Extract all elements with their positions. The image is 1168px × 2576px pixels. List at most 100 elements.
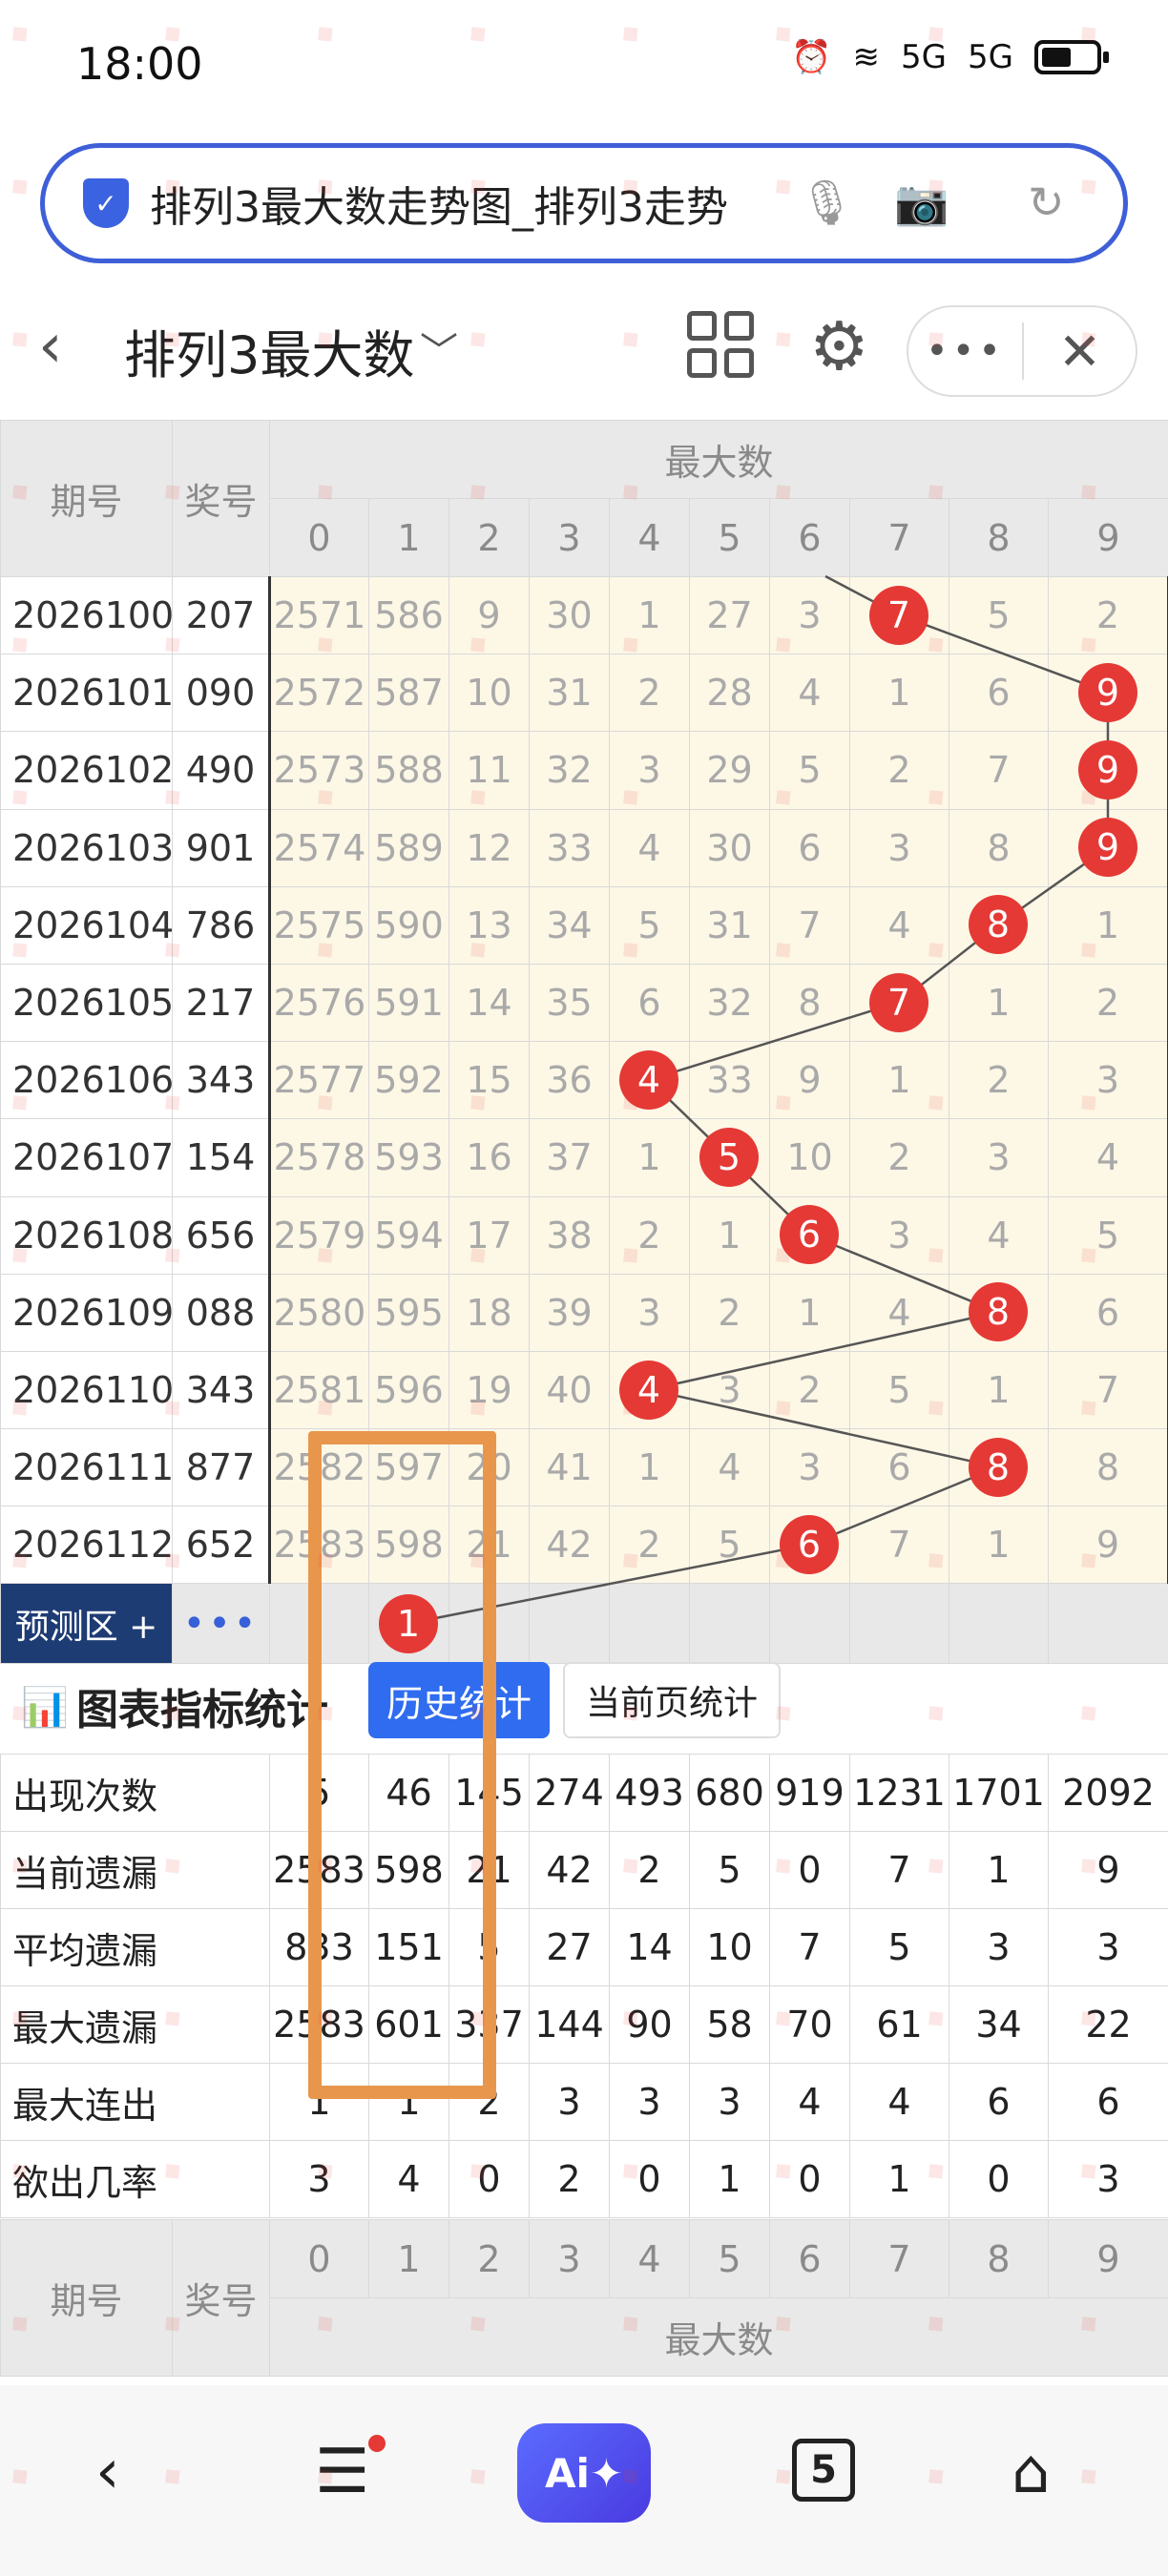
miss-cell: 33	[689, 1041, 770, 1120]
miss-cell: 1	[949, 963, 1049, 1043]
footer-group: 最大数	[269, 2297, 1168, 2377]
footer-digit-1: 1	[368, 2219, 449, 2298]
miss-cell: 6	[849, 1428, 949, 1507]
miss-cell: 1	[849, 1041, 949, 1120]
miss-cell: 39	[529, 1273, 610, 1352]
miss-cell: 1	[849, 654, 949, 733]
page: 18:00 ⏰ ≋ 5G 5G ✓ 排列3最大数走势图_排列3走势 🎙 📷 ↻ …	[0, 0, 1168, 2576]
prize-cell: 877	[172, 1428, 270, 1507]
miss-cell: 4	[1048, 1118, 1168, 1197]
battery-icon	[1034, 40, 1109, 74]
period-cell: 2026101	[0, 654, 173, 733]
table-row: 2026107 154 2578 593 16 37 1 10 2 3 4	[0, 1118, 1168, 1197]
header-period: 期号	[0, 420, 173, 577]
hit-ball: 7	[869, 585, 928, 645]
table-row: 2026106 343 2577 592 15 36 33 9 1 2 3	[0, 1041, 1168, 1120]
stats-value: 144	[529, 1985, 611, 2064]
back-icon[interactable]: ‹	[38, 311, 63, 382]
miss-cell: 6	[1048, 1273, 1168, 1352]
miss-cell: 18	[448, 1273, 530, 1352]
miss-cell: 4	[849, 885, 949, 965]
ai-button[interactable]: Ai✦	[517, 2423, 651, 2523]
miss-cell: 593	[368, 1118, 449, 1197]
stats-value: 3	[609, 2063, 691, 2141]
period-cell: 2026100	[0, 575, 173, 655]
stats-value: 14	[609, 1908, 691, 1986]
miss-cell: 2576	[268, 963, 369, 1043]
hit-ball: 9	[1078, 740, 1137, 800]
page-title[interactable]: 排列3最大数	[124, 313, 414, 388]
miss-cell: 8	[949, 808, 1049, 887]
more-icon[interactable]: •••	[908, 329, 1022, 373]
miss-cell: 37	[529, 1118, 610, 1197]
menu-icon[interactable]: ☰	[315, 2437, 369, 2507]
camera-icon[interactable]: 📷	[894, 177, 949, 229]
miss-cell: 9	[769, 1041, 850, 1120]
miss-cell: 4	[949, 1195, 1049, 1275]
miss-cell: 28	[689, 654, 770, 733]
period-cell: 2026106	[0, 1041, 173, 1120]
period-cell: 2026102	[0, 731, 173, 810]
miss-cell: 32	[529, 731, 610, 810]
shield-icon: ✓	[83, 178, 129, 228]
miss-cell: 2571	[268, 575, 369, 655]
prize-cell: 786	[172, 885, 270, 965]
miss-cell: 9	[448, 575, 530, 655]
address-bar[interactable]: ✓ 排列3最大数走势图_排列3走势 🎙 📷 ↻	[40, 143, 1128, 263]
period-cell: 2026104	[0, 885, 173, 965]
miss-cell: 1	[609, 575, 690, 655]
miss-cell: 2574	[268, 808, 369, 887]
close-icon[interactable]: ✕	[1024, 322, 1136, 382]
miss-cell: 1	[949, 1350, 1049, 1430]
refresh-icon[interactable]: ↻	[1028, 177, 1065, 228]
header-digit-1: 1	[368, 498, 449, 577]
table-row: 2026112 652 2583 598 21 42 2 5 7 1 9	[0, 1506, 1168, 1585]
prize-cell: 217	[172, 963, 270, 1043]
back-nav-icon[interactable]: ‹	[95, 2437, 120, 2507]
stats-value: 9	[1048, 1831, 1168, 1909]
grid-icon[interactable]	[687, 311, 754, 378]
stats-value: 1	[949, 1831, 1050, 1909]
period-cell: 2026105	[0, 963, 173, 1043]
gear-icon[interactable]: ⚙	[809, 307, 869, 385]
url-text[interactable]: 排列3最大数走势图_排列3走势	[150, 173, 761, 234]
stats-value: 27	[529, 1908, 611, 1986]
stats-value: 493	[609, 1754, 691, 1832]
stats-value: 3	[1048, 1908, 1168, 1986]
hit-ball: 6	[780, 1515, 839, 1574]
miss-cell: 4	[769, 654, 850, 733]
miss-cell: 3	[949, 1118, 1049, 1197]
stats-value: 10	[689, 1908, 771, 1986]
miss-cell: 5	[1048, 1195, 1168, 1275]
table-row: 2026108 656 2579 594 17 38 2 1 3 4 5	[0, 1195, 1168, 1275]
stats-value: 70	[769, 1985, 851, 2064]
chevron-down-icon[interactable]: ﹀	[420, 321, 458, 376]
hit-ball: 7	[869, 972, 928, 1032]
stats-value: 4	[769, 2063, 851, 2141]
header-digit-2: 2	[448, 498, 530, 577]
miss-cell: 2	[609, 1195, 690, 1275]
stats-label: 欲出几率	[0, 2140, 271, 2218]
miss-cell: 6	[609, 963, 690, 1043]
miss-cell: 1	[769, 1273, 850, 1352]
stats-value: 4	[849, 2063, 950, 2141]
current-page-stats-button[interactable]: 当前页统计	[563, 1662, 781, 1738]
header-group: 最大数	[268, 420, 1168, 499]
miss-cell: 40	[529, 1350, 610, 1430]
stats-value: 0	[769, 1831, 851, 1909]
hit-ball: 4	[619, 1049, 678, 1110]
miss-cell: 41	[529, 1428, 610, 1507]
microphone-icon[interactable]: 🎙	[799, 177, 854, 229]
stats-value: 3	[529, 2063, 611, 2141]
miss-cell: 595	[368, 1273, 449, 1352]
home-icon[interactable]: ⌂	[1012, 2437, 1051, 2507]
stats-value: 2	[529, 2140, 611, 2218]
hit-ball: 8	[969, 1437, 1028, 1497]
miss-cell: 33	[529, 808, 610, 887]
stats-value: 90	[609, 1985, 691, 2064]
tabs-count-icon[interactable]: 5	[792, 2439, 855, 2502]
header-digit-8: 8	[949, 498, 1049, 577]
miss-cell: 10	[769, 1118, 850, 1197]
miss-cell: 9	[1048, 1506, 1168, 1585]
notification-dot	[368, 2435, 386, 2452]
